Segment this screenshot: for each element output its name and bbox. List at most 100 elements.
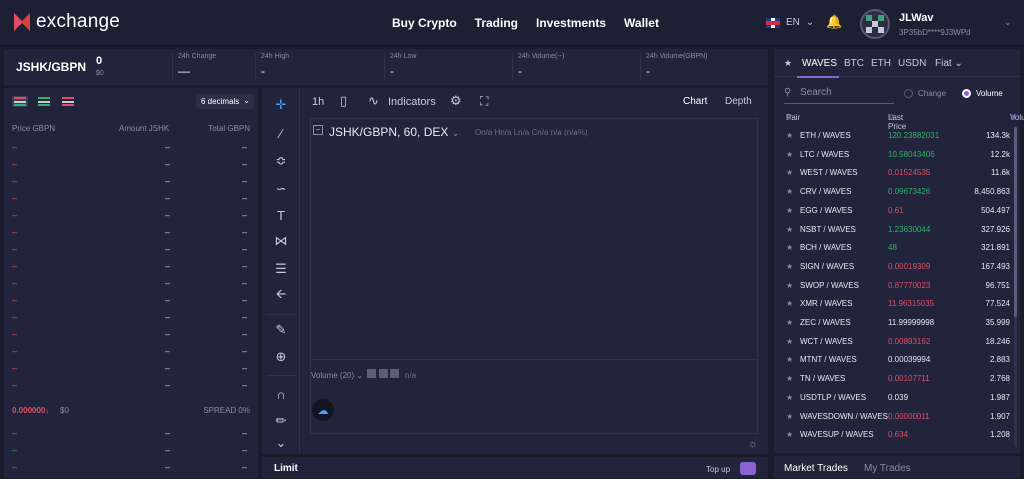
ask-row[interactable]: – – –	[12, 244, 250, 261]
favorite-star-icon[interactable]: ★	[786, 206, 793, 215]
tab-waves[interactable]: WAVES	[802, 58, 837, 69]
markets-scrollbar[interactable]	[1014, 127, 1017, 447]
market-row[interactable]: ★ ZEC / WAVES 11.99999998 35.999	[784, 318, 1010, 336]
tab-usdn[interactable]: USDN	[898, 58, 926, 69]
tab-depth[interactable]: Depth	[725, 96, 752, 107]
favorite-star-icon[interactable]: ★	[786, 337, 793, 346]
market-row[interactable]: ★ SIGN / WAVES 0.00019309 167.493	[784, 262, 1010, 280]
favorite-star-icon[interactable]: ★	[786, 262, 793, 271]
market-row[interactable]: ★ XMR / WAVES 11.96315035 77.524	[784, 299, 1010, 317]
tab-chart[interactable]: Chart	[683, 96, 707, 107]
favorite-star-icon[interactable]: ★	[786, 131, 793, 140]
favorite-star-icon[interactable]: ★	[786, 374, 793, 383]
magnet-icon[interactable]: ∩	[272, 385, 290, 403]
favorite-star-icon[interactable]: ★	[786, 318, 793, 327]
favorite-star-icon[interactable]: ★	[786, 243, 793, 252]
market-row[interactable]: ★ SWOP / WAVES 0.87770023 96.751	[784, 281, 1010, 299]
top-up-link[interactable]: Top up	[706, 465, 730, 474]
wallet-card-icon[interactable]	[740, 462, 756, 475]
market-row[interactable]: ★ CRV / WAVES 0.09673426 8,450.863	[784, 187, 1010, 205]
account-chevron-icon[interactable]: ⌄	[1004, 17, 1012, 28]
market-row[interactable]: ★ BCH / WAVES 48 321.891	[784, 243, 1010, 261]
market-row[interactable]: ★ WAVESUP / WAVES 0.634 1.208	[784, 430, 1010, 448]
market-row[interactable]: ★ USDTLP / WAVES 0.039 1.987	[784, 393, 1010, 411]
notifications-bell-icon[interactable]: 🔔	[826, 14, 842, 30]
market-row[interactable]: ★ WEST / WAVES 0.01524535 11.6k	[784, 168, 1010, 186]
favorite-star-icon[interactable]: ★	[786, 412, 793, 421]
ruler-icon[interactable]: ✎	[272, 321, 290, 339]
ask-row[interactable]: – – –	[12, 363, 250, 380]
market-row[interactable]: ★ WAVESDOWN / WAVES 0.00000011 1.907	[784, 412, 1010, 430]
favorite-star-icon[interactable]: ★	[786, 225, 793, 234]
ask-row[interactable]: – – –	[12, 142, 250, 159]
scrollbar-thumb[interactable]	[1014, 127, 1017, 317]
decimals-select[interactable]: 6 decimals ⌄	[196, 94, 254, 109]
market-row[interactable]: ★ LTC / WAVES 10.58043406 12.2k	[784, 150, 1010, 168]
settings-icon[interactable]	[378, 369, 388, 378]
order-type-limit[interactable]: Limit	[274, 463, 298, 474]
settings-gear-icon[interactable]: ⚙	[450, 93, 462, 109]
favorites-star-icon[interactable]: ★	[784, 58, 792, 69]
interval-selector[interactable]: 1h	[312, 96, 324, 108]
tab-fiat[interactable]: Fiat ⌄	[935, 58, 963, 69]
bid-row[interactable]: – – –	[12, 445, 250, 462]
avatar[interactable]	[860, 9, 890, 39]
user-name[interactable]: JLWav	[899, 12, 933, 24]
favorite-star-icon[interactable]: ★	[786, 281, 793, 290]
brand-logo[interactable]: exchange	[14, 11, 120, 33]
zoom-in-icon[interactable]: ⊕	[272, 348, 290, 366]
chart-symbol-title[interactable]: JSHK/GBPN, 60, DEX ⌄	[329, 125, 459, 139]
market-search-input[interactable]: ⚲ Search	[784, 84, 894, 104]
cloud-icon[interactable]: ☁	[312, 399, 334, 421]
indicators-button[interactable]: Indicators	[388, 96, 436, 108]
eye-icon[interactable]	[367, 369, 377, 378]
chart-canvas[interactable]: − JSHK/GBPN, 60, DEX ⌄ On/a Hn/a Ln/a Cn…	[310, 118, 758, 434]
back-arrow-icon[interactable]: 🡨	[272, 286, 290, 305]
chart-settings-icon[interactable]: ☼	[748, 438, 758, 450]
ask-row[interactable]: – – –	[12, 380, 250, 397]
market-row[interactable]: ★ TN / WAVES 0.00107711 2.768	[784, 374, 1010, 392]
market-row[interactable]: ★ NSBT / WAVES 1.23630044 327.926	[784, 225, 1010, 243]
favorite-star-icon[interactable]: ★	[786, 355, 793, 364]
favorite-star-icon[interactable]: ★	[786, 393, 793, 402]
nav-trading[interactable]: Trading	[475, 16, 518, 30]
favorite-star-icon[interactable]: ★	[786, 168, 793, 177]
pattern-tool-icon[interactable]: ⋈	[272, 232, 290, 250]
favorite-star-icon[interactable]: ★	[786, 187, 793, 196]
candlestick-icon[interactable]: ▯	[340, 93, 347, 109]
nav-investments[interactable]: Investments	[536, 16, 606, 30]
bid-row[interactable]: – – –	[12, 462, 250, 479]
ask-row[interactable]: – – –	[12, 210, 250, 227]
fib-tool-icon[interactable]: ≎	[272, 152, 290, 170]
favorite-star-icon[interactable]: ★	[786, 150, 793, 159]
ask-row[interactable]: – – –	[12, 193, 250, 210]
nav-wallet[interactable]: Wallet	[624, 16, 659, 30]
tab-btc[interactable]: BTC	[844, 58, 864, 69]
lock-drawing-icon[interactable]: ✏	[272, 412, 290, 430]
more-tools-icon[interactable]: ⌄	[272, 434, 290, 452]
ask-row[interactable]: – – –	[12, 159, 250, 176]
fullscreen-icon[interactable]: ⛶	[480, 94, 488, 109]
favorite-star-icon[interactable]: ★	[786, 299, 793, 308]
book-bids-icon[interactable]	[36, 96, 52, 107]
ask-row[interactable]: – – –	[12, 346, 250, 363]
book-asks-icon[interactable]	[60, 96, 76, 107]
language-selector[interactable]: EN ⌄	[766, 17, 814, 28]
tab-my-trades[interactable]: My Trades	[864, 463, 911, 474]
ask-row[interactable]: – – –	[12, 295, 250, 312]
tab-market-trades[interactable]: Market Trades	[784, 463, 848, 474]
text-tool-icon[interactable]: T	[272, 206, 290, 224]
bid-row[interactable]: – – –	[12, 428, 250, 445]
market-row[interactable]: ★ WCT / WAVES 0.00893162 18.246	[784, 337, 1010, 355]
sort-volume-radio[interactable]: Volume	[962, 89, 1003, 98]
trend-line-icon[interactable]: ∕	[272, 124, 290, 142]
ask-row[interactable]: – – –	[12, 176, 250, 193]
ask-row[interactable]: – – –	[12, 278, 250, 295]
remove-icon[interactable]	[389, 369, 399, 378]
ask-row[interactable]: – – –	[12, 261, 250, 278]
tab-eth[interactable]: ETH	[871, 58, 891, 69]
prediction-tool-icon[interactable]: ☰	[272, 260, 290, 278]
ask-row[interactable]: – – –	[12, 329, 250, 346]
collapse-legend-icon[interactable]: −	[313, 125, 323, 135]
market-row[interactable]: ★ MTNT / WAVES 0.00039994 2.883	[784, 355, 1010, 373]
